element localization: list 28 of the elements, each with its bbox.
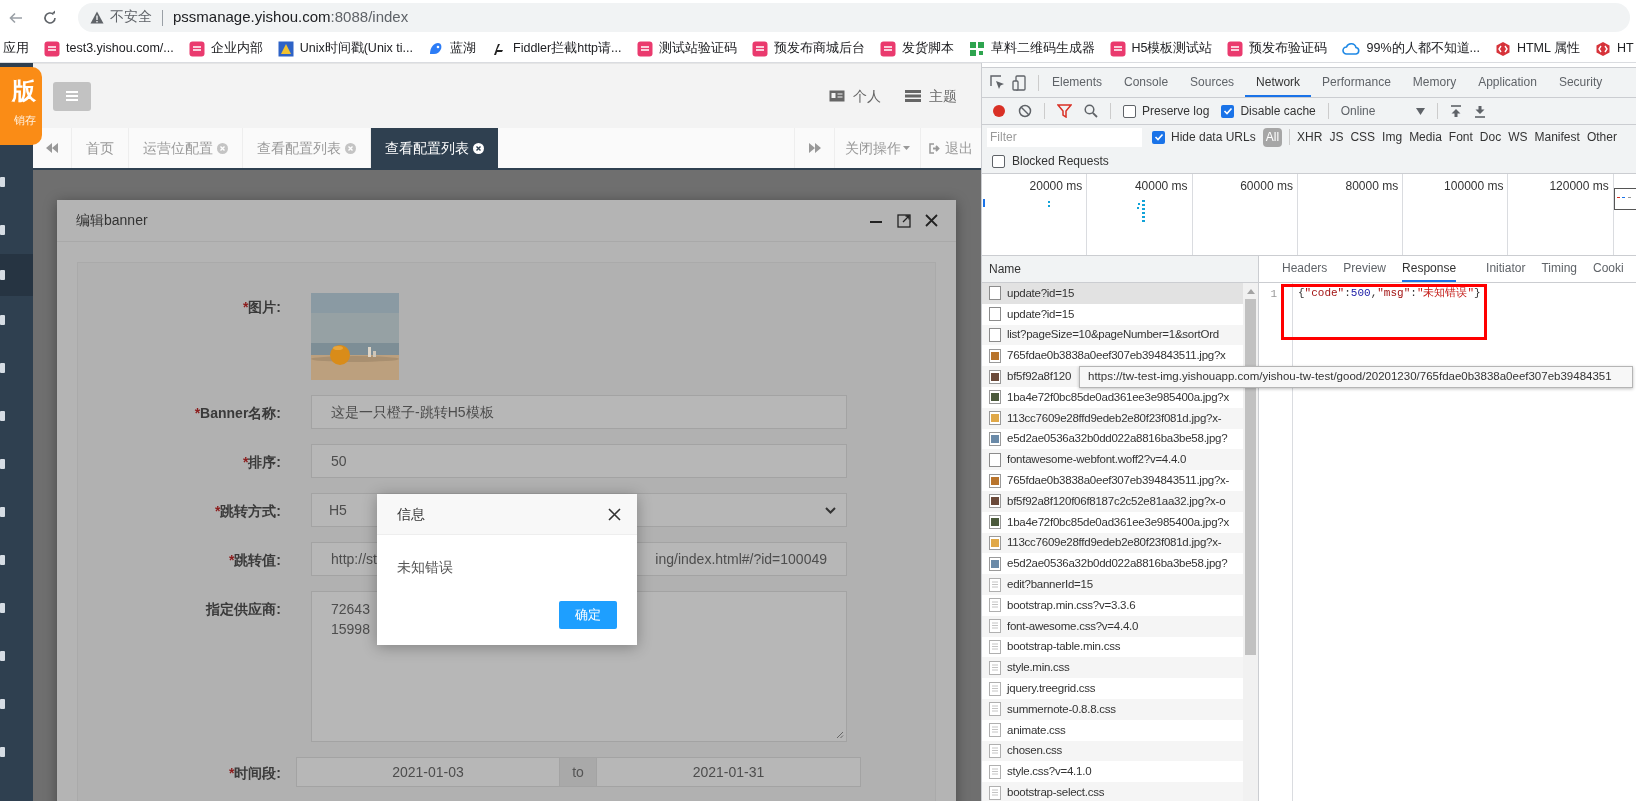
timeline-tick-label: 60000 ms xyxy=(1240,178,1293,195)
field-label: *Banner名称: xyxy=(193,404,281,423)
modal-title: 编辑banner xyxy=(76,211,148,230)
field-label: *时间段: xyxy=(227,764,281,783)
line-number: 1 xyxy=(1270,287,1277,302)
field-label: 指定供应商: xyxy=(204,600,281,619)
response-code: {"code":500,"msg":"未知错误"} xyxy=(1297,286,1481,301)
timeline-tick-label: 100000 ms xyxy=(1444,178,1504,195)
timeline-tick-label: 40000 ms xyxy=(1134,178,1188,195)
field-label: *跳转值: xyxy=(227,551,281,570)
checkbox-label: Blocked Requests xyxy=(1012,153,1109,170)
security-label: 不安全 xyxy=(110,8,152,27)
dialog-message: 未知错误 xyxy=(396,558,454,577)
checkbox-label: Disable cache xyxy=(1240,103,1316,120)
checkbox-label: Preserve log xyxy=(1142,103,1210,120)
timeline-tick-label: 20000 ms xyxy=(1029,178,1083,195)
field-label: *图片: xyxy=(241,298,281,317)
column-header: Name xyxy=(989,261,1021,278)
checkbox-label: Hide data URLs xyxy=(1171,129,1256,146)
url-text: pssmanage.yishou.com:8088/index xyxy=(173,7,409,28)
range-separator: to xyxy=(560,757,596,787)
timeline-tick-label: 120000 ms xyxy=(1549,178,1609,195)
field-label: *跳转方式: xyxy=(213,502,281,521)
timeline-tick-label: 80000 ms xyxy=(1345,178,1399,195)
field-label: *排序: xyxy=(241,453,281,472)
dialog-title: 信息 xyxy=(397,504,426,524)
logo: 版 销存 xyxy=(0,67,42,145)
tooltip: https://tw-test-img.yishouapp.com/yishou-tw-test/good/20201230/765fdae0b3838a0eef307eb39484351 xyxy=(1079,366,1633,388)
